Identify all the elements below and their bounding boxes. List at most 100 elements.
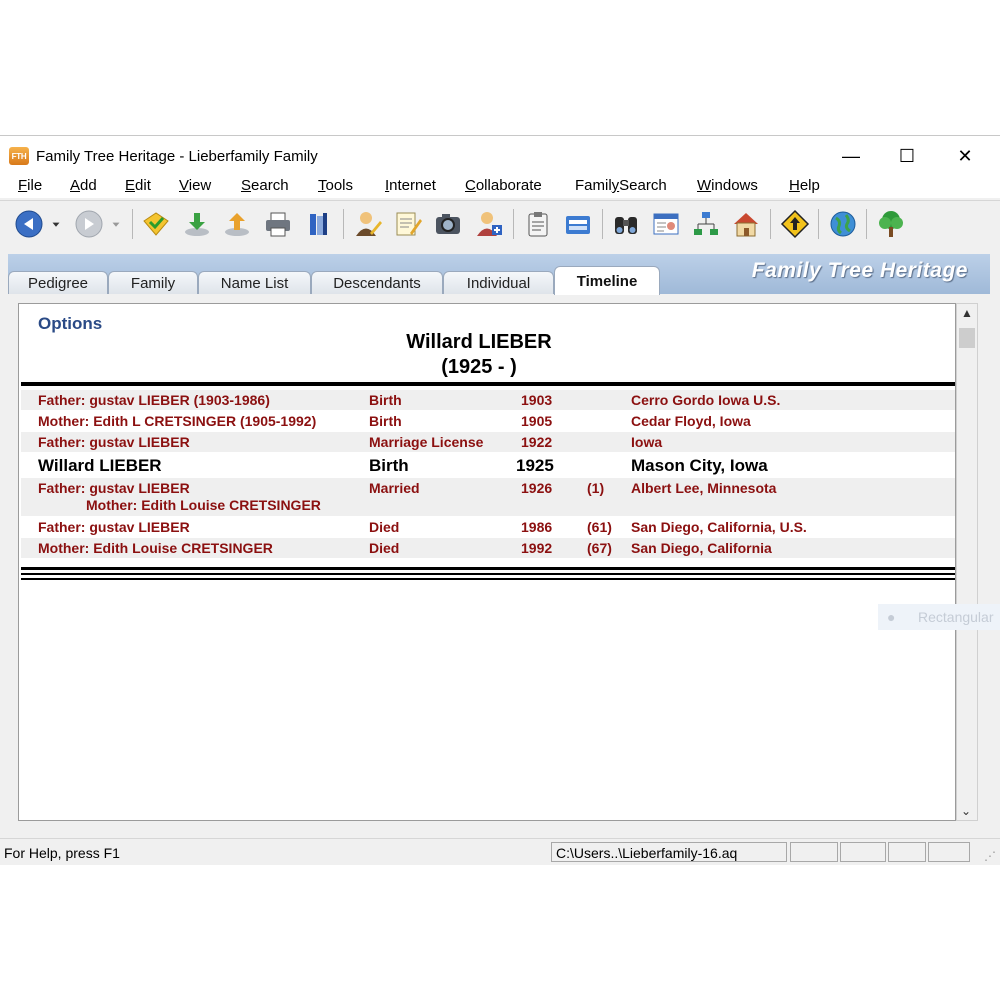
row-person: Father: gustav LIEBER	[38, 434, 190, 450]
menu-bar: File Add Edit View Search Tools Internet…	[0, 174, 1000, 198]
row-person: Father: gustav LIEBER (1903-1986)	[38, 392, 270, 408]
maximize-button[interactable]: ☐	[884, 142, 930, 170]
toolbar	[0, 200, 1000, 247]
footer-divider	[21, 573, 955, 575]
row-person: Willard LIEBER	[38, 456, 162, 475]
menu-view[interactable]: View	[179, 177, 211, 194]
home-icon[interactable]	[729, 208, 763, 240]
back-arrow-icon[interactable]	[12, 208, 46, 240]
row-year: 1903	[521, 392, 553, 408]
timeline-row[interactable]: Father: gustav LIEBER Marriage License 1…	[21, 432, 955, 452]
timeline-row-main[interactable]: Willard LIEBER Birth 1925 Mason City, Io…	[21, 453, 955, 477]
tab-family[interactable]: Family	[108, 271, 198, 294]
footer-divider	[21, 567, 955, 570]
tree-icon[interactable]	[874, 208, 908, 240]
menu-internet[interactable]: Internet	[385, 177, 436, 194]
status-file-path: C:\Users..\Lieberfamily-16.aq	[551, 842, 787, 862]
row-event: Birth	[369, 456, 409, 475]
tooltip-dot-icon: ●	[887, 609, 896, 625]
footer-divider	[21, 578, 955, 580]
menu-add[interactable]: Add	[70, 177, 97, 194]
menu-help[interactable]: Help	[789, 177, 820, 194]
row-event: Birth	[369, 413, 402, 429]
resize-grip-icon[interactable]: ⋰	[984, 849, 996, 863]
upload-icon[interactable]	[220, 208, 254, 240]
row-place: Iowa	[631, 434, 663, 450]
timeline-row[interactable]: Mother: Edith L CRETSINGER (1905-1992) B…	[21, 411, 955, 431]
tab-timeline[interactable]: Timeline	[554, 266, 660, 295]
open-file-icon[interactable]	[139, 208, 173, 240]
globe-icon[interactable]	[826, 208, 860, 240]
tab-pedigree[interactable]: Pedigree	[8, 271, 108, 294]
title-bar: FTH Family Tree Heritage - Lieberfamily …	[0, 136, 1000, 174]
tab-descendants[interactable]: Descendants	[311, 271, 443, 294]
timeline-row[interactable]: Father: gustav LIEBER (1903-1986) Birth …	[21, 390, 955, 410]
toolbar-separator	[770, 209, 771, 239]
row-person: Father: gustav LIEBER	[38, 519, 190, 535]
row-place: San Diego, California, U.S.	[631, 519, 807, 535]
floating-tooltip: ● Rectangular	[878, 604, 1000, 630]
menu-search[interactable]: Search	[241, 177, 289, 194]
row-event: Died	[369, 540, 400, 556]
binoculars-icon[interactable]	[609, 208, 643, 240]
row-year: 1922	[521, 434, 553, 450]
camera-icon[interactable]	[431, 208, 465, 240]
scroll-down-icon[interactable]: ⌄	[961, 804, 971, 818]
app-window: FTH Family Tree Heritage - Lieberfamily …	[0, 135, 1000, 865]
back-dropdown-icon[interactable]	[46, 208, 66, 240]
row-place: Cedar Floyd, Iowa	[631, 413, 751, 429]
row-place: San Diego, California	[631, 540, 772, 556]
timeline-row[interactable]: Mother: Edith Louise CRETSINGER Died 199…	[21, 538, 955, 558]
row-age: (61)	[587, 519, 612, 535]
download-icon[interactable]	[180, 208, 214, 240]
menu-familysearch[interactable]: FamilySearch	[575, 177, 667, 194]
row-year: 1992	[521, 540, 553, 556]
row-event: Marriage License	[369, 434, 484, 450]
forward-dropdown-icon[interactable]	[106, 208, 126, 240]
tab-individual[interactable]: Individual	[443, 271, 554, 294]
notes-icon[interactable]	[390, 208, 424, 240]
row-person: Mother: Edith Louise CRETSINGER	[38, 540, 273, 556]
timeline-row[interactable]: Father: gustav LIEBER Died 1986 (61) San…	[21, 517, 955, 537]
clipboard-icon[interactable]	[521, 208, 555, 240]
books-icon[interactable]	[301, 208, 335, 240]
row-year: 1905	[521, 413, 553, 429]
close-button[interactable]: ✕	[942, 142, 988, 170]
tree-chart-icon[interactable]	[689, 208, 723, 240]
tab-name-list[interactable]: Name List	[198, 271, 311, 294]
status-pane	[888, 842, 926, 862]
toolbar-separator	[132, 209, 133, 239]
vertical-scrollbar[interactable]: ▲ ⌄	[956, 303, 978, 821]
timeline-row[interactable]: Father: gustav LIEBER Mother: Edith Loui…	[21, 478, 955, 516]
forward-arrow-icon[interactable]	[72, 208, 106, 240]
tab-strip: Pedigree Family Name List Descendants In…	[8, 254, 990, 295]
direction-sign-icon[interactable]	[778, 208, 812, 240]
scroll-up-icon[interactable]: ▲	[961, 306, 973, 320]
scroll-thumb[interactable]	[959, 328, 975, 348]
menu-file[interactable]: File	[18, 177, 42, 194]
minimize-button[interactable]: —	[828, 142, 874, 170]
row-age: (67)	[587, 540, 612, 556]
card-file-icon[interactable]	[561, 208, 595, 240]
menu-edit[interactable]: Edit	[125, 177, 151, 194]
app-logo-icon: FTH	[9, 147, 29, 165]
row-person-secondary: Mother: Edith Louise CRETSINGER	[86, 497, 321, 513]
print-icon[interactable]	[261, 208, 295, 240]
row-year: 1925	[516, 456, 554, 475]
status-pane	[928, 842, 970, 862]
edit-person-icon[interactable]	[351, 208, 385, 240]
timeline-panel: Options Willard LIEBER (1925 - ) Father:…	[18, 303, 956, 821]
menu-windows[interactable]: Windows	[697, 177, 758, 194]
person-name: Willard LIEBER	[406, 331, 552, 353]
toolbar-separator	[343, 209, 344, 239]
row-year: 1926	[521, 480, 553, 496]
menu-tools[interactable]: Tools	[318, 177, 353, 194]
toolbar-separator	[602, 209, 603, 239]
menu-collaborate[interactable]: Collaborate	[465, 177, 542, 194]
profile-card-icon[interactable]	[649, 208, 683, 240]
status-pane	[840, 842, 886, 862]
row-event: Died	[369, 519, 400, 535]
add-person-icon[interactable]	[472, 208, 506, 240]
row-place: Albert Lee, Minnesota	[631, 480, 777, 496]
window-title: Family Tree Heritage - Lieberfamily Fami…	[36, 148, 318, 165]
